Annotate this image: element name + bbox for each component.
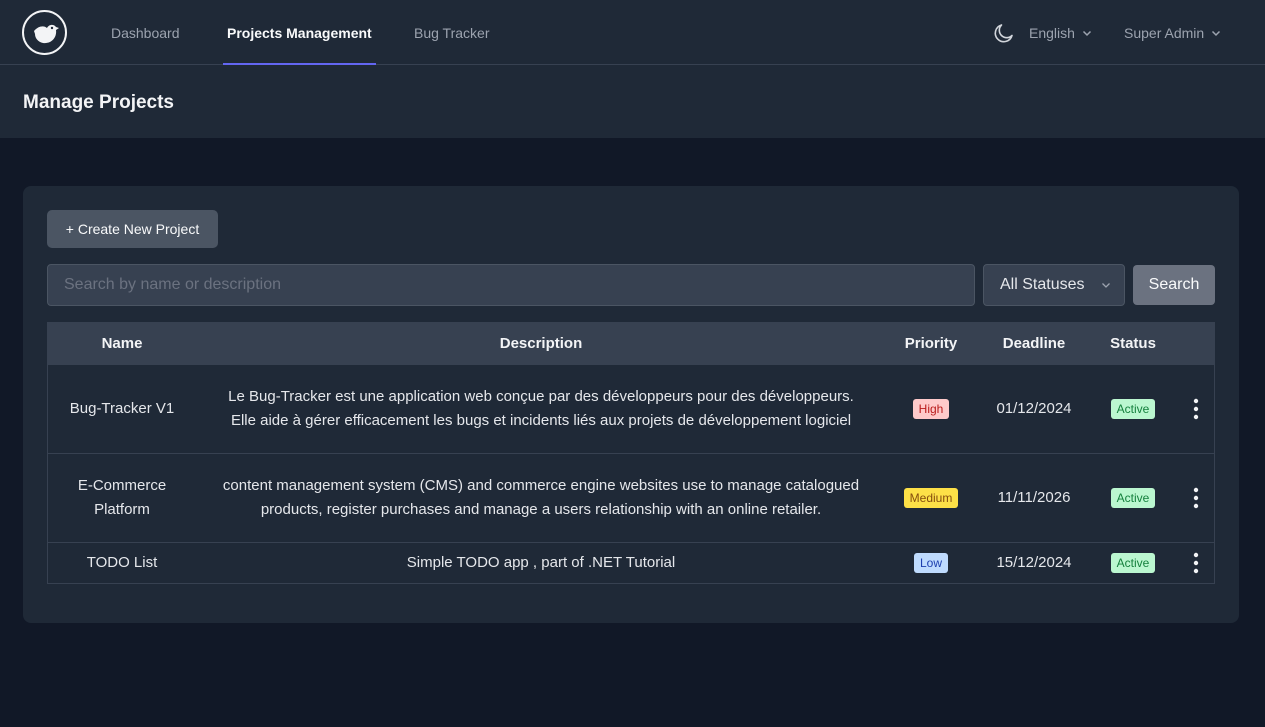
status-badge: Active: [1110, 553, 1156, 573]
column-header-status: Status: [1110, 335, 1156, 352]
status-cell: Active: [1090, 365, 1176, 453]
user-menu[interactable]: Super Admin: [1124, 0, 1222, 65]
project-deadline: 01/12/2024: [996, 400, 1072, 417]
priority-cell: Low: [888, 543, 974, 583]
status-filter-select[interactable]: All Statuses: [983, 264, 1125, 306]
user-name: Super Admin: [1124, 24, 1205, 41]
table-row[interactable]: Bug-Tracker V1 Le Bug-Tracker est une ap…: [48, 364, 1214, 453]
status-cell: Active: [1090, 543, 1176, 583]
priority-badge: High: [912, 399, 950, 419]
top-navbar: Dashboard Projects Management Bug Tracke…: [0, 0, 1265, 65]
status-cell: Active: [1090, 454, 1176, 542]
project-name: E-Commerce Platform: [77, 477, 167, 518]
project-deadline: 11/11/2026: [997, 489, 1071, 506]
projects-card: + Create New Project All Statuses Search…: [23, 186, 1239, 623]
priority-badge: Low: [913, 553, 948, 573]
projects-table: Name Description Priority Deadline Statu…: [47, 322, 1215, 584]
actions-cell: [1176, 454, 1216, 542]
table-header: Name Description Priority Deadline Statu…: [48, 323, 1214, 364]
bird-logo-icon: [33, 24, 59, 43]
kebab-menu-icon: [1193, 487, 1199, 509]
priority-badge: Medium: [903, 488, 959, 508]
search-input[interactable]: [47, 264, 975, 306]
status-badge: Active: [1110, 399, 1156, 419]
column-header-description: Description: [499, 335, 583, 352]
status-filter-value: All Statuses: [1000, 276, 1085, 293]
create-project-button[interactable]: + Create New Project: [47, 210, 218, 248]
language-dropdown[interactable]: English: [1029, 0, 1093, 65]
project-name: Bug-Tracker V1: [69, 400, 175, 417]
status-badge: Active: [1110, 488, 1156, 508]
chevron-down-icon: [1082, 30, 1091, 36]
nav-bug-tracker[interactable]: Bug Tracker: [414, 0, 489, 65]
row-actions-button[interactable]: [1186, 395, 1206, 423]
theme-toggle[interactable]: [992, 0, 1016, 65]
project-description: Simple TODO app , part of .NET Tutorial: [406, 554, 676, 571]
table-row[interactable]: E-Commerce Platform content management s…: [48, 453, 1214, 542]
logo-link[interactable]: [22, 10, 67, 55]
nav-projects-management[interactable]: Projects Management: [223, 0, 376, 65]
column-header-deadline: Deadline: [1002, 335, 1066, 352]
project-description: Le Bug-Tracker est une application web c…: [228, 388, 854, 429]
project-deadline: 15/12/2024: [996, 554, 1072, 571]
nav-dashboard[interactable]: Dashboard: [111, 0, 180, 65]
moon-icon: [994, 23, 1013, 42]
search-button[interactable]: Search: [1133, 265, 1215, 305]
project-name: TODO List: [86, 554, 158, 571]
column-header-priority: Priority: [904, 335, 958, 352]
page-header: Manage Projects: [0, 65, 1265, 138]
language-label: English: [1029, 24, 1075, 41]
row-actions-button[interactable]: [1186, 484, 1206, 512]
kebab-menu-icon: [1193, 552, 1199, 574]
priority-cell: High: [888, 365, 974, 453]
actions-cell: [1176, 543, 1216, 583]
chevron-down-icon: [1212, 30, 1221, 36]
actions-cell: [1176, 365, 1216, 453]
row-actions-button[interactable]: [1186, 549, 1206, 577]
chevron-down-icon: [1102, 283, 1110, 288]
kebab-menu-icon: [1193, 398, 1199, 420]
column-header-name: Name: [101, 335, 143, 352]
project-description: content management system (CMS) and comm…: [222, 477, 860, 518]
page-title: Manage Projects: [23, 92, 174, 113]
priority-cell: Medium: [888, 454, 974, 542]
table-row[interactable]: TODO List Simple TODO app , part of .NET…: [48, 542, 1214, 583]
